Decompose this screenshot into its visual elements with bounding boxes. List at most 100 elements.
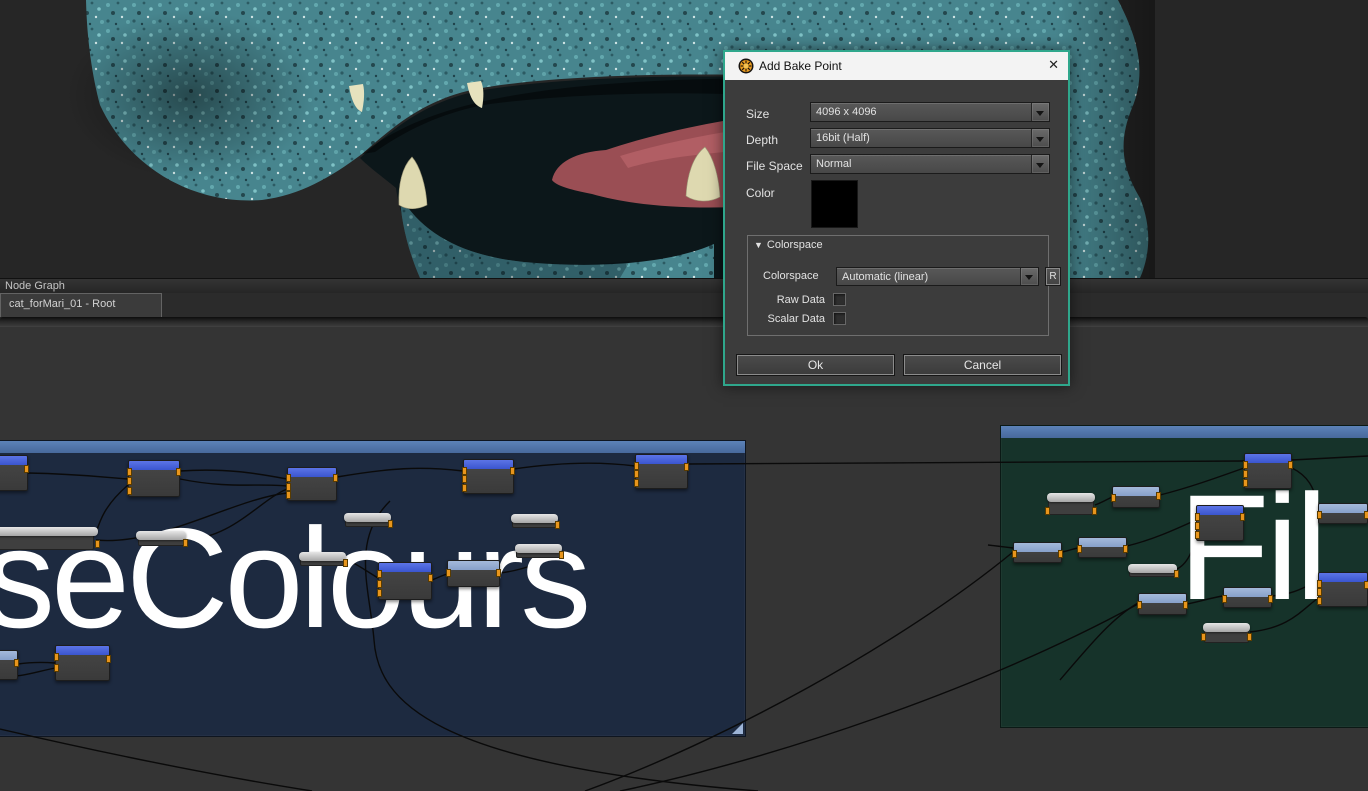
input-port[interactable] <box>1195 522 1200 530</box>
dialog-titlebar[interactable]: Add Bake Point ✕ <box>725 52 1068 80</box>
input-port[interactable] <box>377 570 382 578</box>
output-port[interactable] <box>14 659 19 667</box>
dropdown-arrow-icon[interactable] <box>1020 268 1038 285</box>
graph-node[interactable] <box>344 513 391 527</box>
dropdown-arrow-icon[interactable] <box>1031 103 1049 121</box>
output-port[interactable] <box>555 521 560 529</box>
dropdown-arrow-icon[interactable] <box>1031 155 1049 173</box>
graph-node[interactable] <box>378 562 432 600</box>
graph-node[interactable] <box>1318 503 1368 524</box>
graph-node[interactable] <box>1138 593 1187 615</box>
output-port[interactable] <box>24 465 29 473</box>
input-port[interactable] <box>1077 545 1082 553</box>
input-port[interactable] <box>1012 550 1017 558</box>
output-port[interactable] <box>496 569 501 577</box>
output-port[interactable] <box>1364 581 1368 589</box>
input-port[interactable] <box>462 475 467 483</box>
3d-paint-viewport[interactable] <box>0 0 1368 278</box>
collapse-triangle-icon[interactable]: ▼ <box>754 240 763 250</box>
node-header[interactable] <box>0 456 27 465</box>
graph-node[interactable] <box>635 454 688 489</box>
input-port[interactable] <box>1317 511 1322 519</box>
raw-data-checkbox[interactable] <box>833 293 846 306</box>
graph-node[interactable] <box>511 514 558 528</box>
graph-node[interactable] <box>0 527 98 550</box>
input-port[interactable] <box>1243 461 1248 469</box>
input-port[interactable] <box>1137 601 1142 609</box>
node-header[interactable] <box>379 563 431 572</box>
output-port[interactable] <box>106 655 111 663</box>
output-port[interactable] <box>176 468 181 476</box>
node-header[interactable] <box>56 646 109 655</box>
node-header[interactable] <box>1319 573 1367 582</box>
input-port[interactable] <box>1195 531 1200 539</box>
input-port[interactable] <box>127 468 132 476</box>
input-port[interactable] <box>1317 597 1322 605</box>
graph-node[interactable] <box>1223 587 1272 608</box>
output-port[interactable] <box>343 559 348 567</box>
node-header[interactable] <box>129 461 179 470</box>
collapsed-node-bar[interactable] <box>1128 564 1177 573</box>
tab-cat-formari-01-root[interactable]: cat_forMari_01 - Root <box>0 293 162 317</box>
input-port[interactable] <box>1045 507 1050 515</box>
collapsed-node-bar[interactable] <box>1203 623 1250 632</box>
output-port[interactable] <box>1183 601 1188 609</box>
output-port[interactable] <box>1240 513 1245 521</box>
input-port[interactable] <box>377 589 382 597</box>
output-port[interactable] <box>1247 633 1252 641</box>
output-port[interactable] <box>1092 507 1097 515</box>
input-port[interactable] <box>1201 633 1206 641</box>
graph-node[interactable] <box>1112 486 1160 508</box>
scalar-data-checkbox[interactable] <box>833 312 846 325</box>
size-dropdown[interactable]: 4096 x 4096 <box>810 102 1050 122</box>
output-port[interactable] <box>95 540 100 548</box>
input-port[interactable] <box>54 664 59 672</box>
output-port[interactable] <box>1156 492 1161 500</box>
graph-node[interactable] <box>287 467 337 501</box>
node-header[interactable] <box>448 561 499 570</box>
node-header[interactable] <box>636 455 687 464</box>
input-port[interactable] <box>634 462 639 470</box>
close-icon[interactable]: ✕ <box>1048 57 1059 73</box>
colorspace-reset-button[interactable]: R <box>1045 267 1061 286</box>
graph-node[interactable] <box>55 645 110 681</box>
file-space-dropdown[interactable]: Normal <box>810 154 1050 174</box>
depth-dropdown[interactable]: 16bit (Half) <box>810 128 1050 148</box>
graph-node[interactable] <box>299 552 346 566</box>
output-port[interactable] <box>684 463 689 471</box>
output-port[interactable] <box>1174 570 1179 578</box>
input-port[interactable] <box>1317 588 1322 596</box>
input-port[interactable] <box>127 477 132 485</box>
graph-node[interactable] <box>1244 453 1292 489</box>
graph-node[interactable] <box>128 460 180 497</box>
graph-node[interactable] <box>1318 572 1368 607</box>
graph-node[interactable] <box>1047 493 1095 515</box>
output-port[interactable] <box>1058 550 1063 558</box>
output-port[interactable] <box>428 574 433 582</box>
cancel-button[interactable]: Cancel <box>903 354 1062 376</box>
graph-node[interactable] <box>1078 537 1127 558</box>
output-port[interactable] <box>388 520 393 528</box>
graph-node[interactable] <box>447 560 500 587</box>
input-port[interactable] <box>634 479 639 487</box>
graph-node[interactable] <box>0 650 18 680</box>
output-port[interactable] <box>1364 511 1368 519</box>
collapsed-node-bar[interactable] <box>1047 493 1095 502</box>
input-port[interactable] <box>377 580 382 588</box>
graph-node[interactable] <box>1013 542 1062 563</box>
node-header[interactable] <box>1319 504 1367 513</box>
input-port[interactable] <box>286 491 291 499</box>
input-port[interactable] <box>446 569 451 577</box>
input-port[interactable] <box>286 483 291 491</box>
graph-node[interactable] <box>1203 623 1250 643</box>
input-port[interactable] <box>1111 494 1116 502</box>
output-port[interactable] <box>510 467 515 475</box>
graph-node[interactable] <box>515 544 562 558</box>
graph-node[interactable] <box>1196 505 1244 541</box>
input-port[interactable] <box>1317 580 1322 588</box>
graph-node[interactable] <box>1128 564 1177 577</box>
group-resize-grip[interactable] <box>732 723 743 734</box>
output-port[interactable] <box>1268 595 1273 603</box>
output-port[interactable] <box>1123 545 1128 553</box>
input-port[interactable] <box>462 467 467 475</box>
